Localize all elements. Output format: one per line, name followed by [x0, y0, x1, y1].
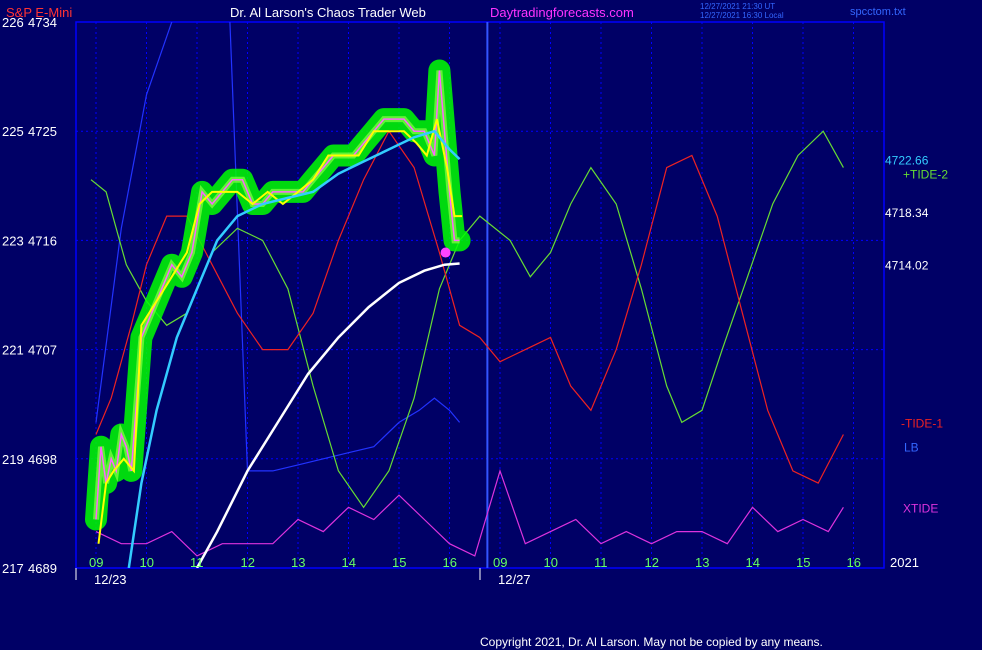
lb-label: LB — [904, 441, 919, 455]
y-price-label: 4725 — [28, 124, 57, 139]
data-file-name: spcctom.txt — [850, 6, 906, 18]
price-tag: 4714.02 — [885, 258, 929, 272]
chart-title: Dr. Al Larson's Chaos Trader Web — [230, 5, 426, 20]
year-label: 2021 — [890, 555, 919, 570]
xtide-label: XTIDE — [903, 501, 938, 515]
x-hour-label: 11 — [190, 555, 204, 570]
x-hour-label: 16 — [443, 555, 457, 570]
x-hour-label: 13 — [695, 555, 709, 570]
last-price-dot — [440, 247, 451, 258]
y-index-label: 217 — [2, 561, 24, 576]
timestamp-local: 12/27/2021 16:30 Local — [700, 11, 784, 20]
site-link[interactable]: Daytradingforecasts.com — [490, 5, 634, 20]
y-index-label: 223 — [2, 233, 24, 248]
x-hour-label: 11 — [594, 555, 608, 570]
x-hour-label: 10 — [140, 555, 154, 570]
date-label: 12/23 — [94, 572, 127, 587]
y-price-label: 4707 — [28, 343, 57, 358]
date-label: 12/27 — [498, 572, 531, 587]
y-price-label: 4716 — [28, 233, 57, 248]
tide-minus-label: -TIDE-1 — [901, 416, 943, 430]
x-hour-label: 12 — [241, 555, 255, 570]
x-hour-label: 09 — [89, 555, 103, 570]
x-hour-label: 15 — [392, 555, 406, 570]
price-tag: 4718.34 — [885, 206, 929, 220]
y-index-label: 225 — [2, 124, 24, 139]
y-index-label: 219 — [2, 452, 24, 467]
copyright-notice: Copyright 2021, Dr. Al Larson. May not b… — [480, 635, 823, 649]
symbol-label: S&P E-Mini — [6, 5, 72, 20]
y-index-label: 221 — [2, 343, 24, 358]
chaos-trader-chart: 226 4734225 4725223 4716221 4707219 4698217 46… — [0, 0, 982, 650]
x-hour-label: 12 — [645, 555, 659, 570]
x-hour-label: 09 — [493, 555, 507, 570]
x-hour-label: 10 — [544, 555, 558, 570]
tide-plus-label: +TIDE-2 — [903, 168, 948, 182]
y-price-label: 4689 — [28, 561, 57, 576]
y-price-label: 4698 — [28, 452, 57, 467]
x-hour-label: 14 — [746, 555, 760, 570]
price-tag: 4722.66 — [885, 154, 929, 168]
timestamp-ut: 12/27/2021 21:30 UT — [700, 2, 775, 11]
x-hour-label: 14 — [342, 555, 356, 570]
x-hour-label: 13 — [291, 555, 305, 570]
x-hour-label: 15 — [796, 555, 810, 570]
x-hour-label: 16 — [847, 555, 861, 570]
